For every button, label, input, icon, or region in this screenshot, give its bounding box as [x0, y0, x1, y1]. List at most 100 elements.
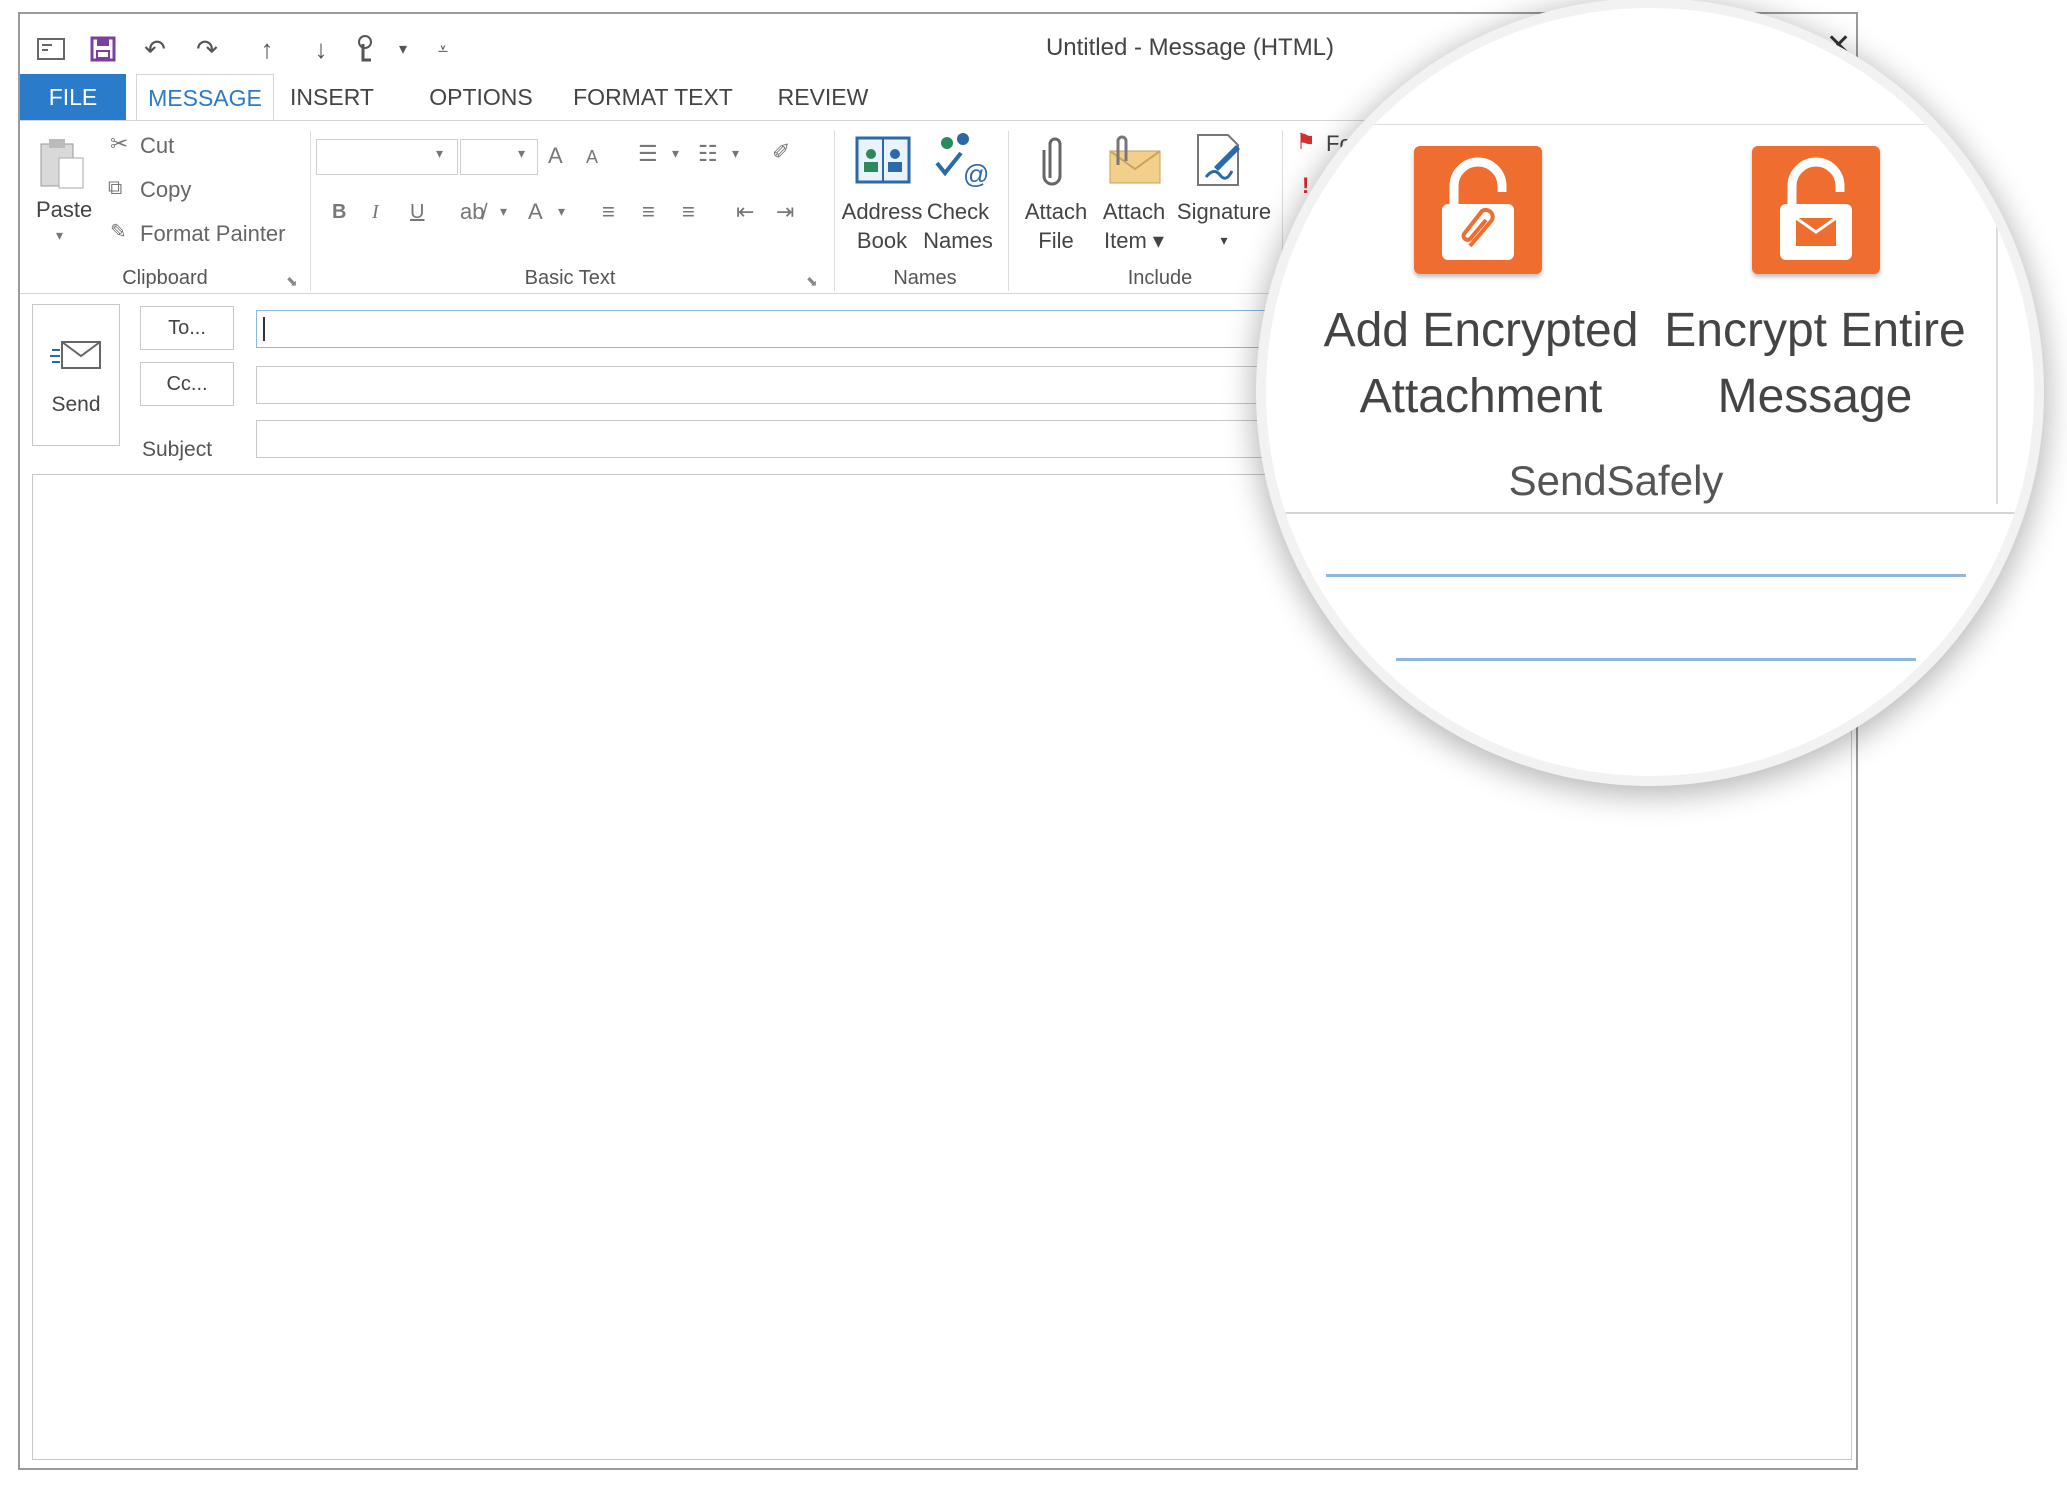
- tab-file[interactable]: FILE: [20, 74, 126, 120]
- customize-qat-icon[interactable]: ⩡: [426, 32, 460, 66]
- window-title: Untitled - Message (HTML): [1045, 34, 1335, 61]
- tab-options[interactable]: OPTIONS: [424, 74, 538, 120]
- italic-button[interactable]: I: [372, 201, 379, 224]
- names-group-label: Names: [893, 267, 957, 289]
- next-item-icon[interactable]: ↓: [304, 32, 338, 66]
- font-color-button[interactable]: A: [528, 199, 543, 225]
- font-name-dropdown-icon[interactable]: ▾: [436, 145, 443, 162]
- shrink-font-button[interactable]: A: [586, 147, 598, 168]
- clipboard-launcher-icon[interactable]: ⬊: [286, 273, 298, 290]
- ribbon-separator: [1282, 131, 1283, 291]
- paperclip-icon: [1032, 131, 1078, 191]
- subject-label: Subject: [142, 438, 213, 461]
- copy-icon: ⧉: [108, 177, 123, 199]
- undo-icon[interactable]: ↶: [138, 32, 172, 66]
- encrypt-entire-message-label-2: Message: [1717, 370, 1913, 423]
- format-painter-button[interactable]: Format Painter: [140, 221, 286, 247]
- check-names-label-2: Names: [923, 228, 993, 253]
- address-book-button[interactable]: Address Book: [840, 197, 924, 255]
- tab-insert[interactable]: INSERT: [282, 74, 382, 120]
- ribbon-separator: [310, 131, 311, 291]
- ribbon-separator: [834, 131, 835, 291]
- clear-formatting-icon[interactable]: ✐: [772, 139, 790, 165]
- check-names-button[interactable]: Check Names: [920, 197, 996, 255]
- address-book-label-1: Address: [841, 199, 923, 224]
- attach-file-label-2: File: [1038, 228, 1074, 253]
- redo-icon[interactable]: ↷: [190, 32, 224, 66]
- sendsafely-magnifier: Add Encrypted Attachment Encrypt Entire …: [1266, 8, 2034, 776]
- touch-mode-icon[interactable]: [350, 32, 384, 66]
- ribbon-separator: [1008, 131, 1009, 291]
- align-left-icon[interactable]: ≡: [602, 199, 615, 225]
- to-button[interactable]: To...: [140, 306, 234, 350]
- previous-item-icon[interactable]: ↑: [250, 32, 284, 66]
- sendsafely-group-label: SendSafely: [1508, 457, 1724, 504]
- tab-message[interactable]: MESSAGE: [136, 74, 274, 121]
- cut-button[interactable]: Cut: [140, 133, 174, 159]
- decrease-indent-icon[interactable]: ⇤: [736, 199, 754, 225]
- numbering-icon[interactable]: ☷: [698, 141, 718, 167]
- paste-dropdown-icon[interactable]: ▾: [56, 227, 63, 244]
- grow-font-button[interactable]: A: [548, 143, 563, 169]
- text-cursor: [263, 317, 265, 341]
- bullets-dropdown-icon[interactable]: ▾: [672, 145, 679, 162]
- signature-label-1: Signature: [1176, 199, 1272, 224]
- signature-dropdown-icon: ▾: [1220, 232, 1228, 248]
- ribbon-edge: [1266, 124, 2034, 125]
- check-names-icon: @: [926, 129, 992, 191]
- check-names-label-1: Check: [926, 199, 990, 224]
- attach-item-icon: [1102, 131, 1166, 191]
- address-book-label-2: Book: [856, 228, 908, 253]
- highlight-dropdown-icon[interactable]: ▾: [500, 203, 507, 220]
- font-size-combo[interactable]: [460, 139, 538, 175]
- highlight-icon[interactable]: ab̸: [460, 199, 484, 225]
- signature-button[interactable]: Signature ▾: [1176, 197, 1272, 255]
- outlook-app-icon[interactable]: [34, 32, 68, 66]
- ribbon-bottom-border: [1266, 512, 2034, 514]
- send-label: Send: [51, 393, 101, 416]
- add-encrypted-attachment-button[interactable]: Add Encrypted Attachment: [1316, 298, 1646, 430]
- bullets-icon[interactable]: ☰: [638, 141, 658, 167]
- attach-file-button[interactable]: Attach File: [1020, 197, 1092, 255]
- encrypt-entire-message-icon[interactable]: [1752, 146, 1880, 274]
- encrypt-entire-message-label-1: Encrypt Entire: [1664, 304, 1966, 357]
- to-field[interactable]: [256, 310, 1416, 348]
- font-color-dropdown-icon[interactable]: ▾: [558, 203, 565, 220]
- high-importance-icon: !: [1302, 173, 1310, 198]
- to-field-border-magnified: [1326, 574, 1966, 577]
- align-center-icon[interactable]: ≡: [642, 199, 655, 225]
- add-encrypted-attachment-icon[interactable]: [1414, 146, 1542, 274]
- send-button[interactable]: Send: [32, 304, 120, 446]
- attach-item-button[interactable]: Attach Item ▾: [1096, 197, 1172, 255]
- address-book-icon: [850, 131, 916, 189]
- tab-format-text[interactable]: FORMAT TEXT: [568, 74, 738, 120]
- encrypt-entire-message-button[interactable]: Encrypt Entire Message: [1650, 298, 1980, 430]
- basic-text-launcher-icon[interactable]: ⬊: [806, 273, 818, 290]
- svg-text:@: @: [963, 159, 989, 189]
- numbering-dropdown-icon[interactable]: ▾: [732, 145, 739, 162]
- signature-icon: [1188, 129, 1248, 191]
- group-separator: [1996, 124, 1998, 504]
- cc-field[interactable]: [256, 366, 1416, 404]
- attach-item-label-1: Attach: [1102, 199, 1166, 224]
- follow-up-flag-icon: ⚑: [1296, 129, 1316, 154]
- increase-indent-icon[interactable]: ⇥: [776, 199, 794, 225]
- cc-button[interactable]: Cc...: [140, 362, 234, 406]
- add-encrypted-attachment-label-2: Attachment: [1359, 370, 1603, 423]
- basic-text-group-label: Basic Text: [524, 267, 616, 289]
- subject-field[interactable]: [256, 420, 1416, 458]
- touch-mode-dropdown-icon[interactable]: ▾: [386, 32, 420, 66]
- attach-item-label-2: Item ▾: [1104, 228, 1164, 253]
- tab-review[interactable]: REVIEW: [768, 74, 878, 120]
- attach-file-label-1: Attach: [1024, 199, 1088, 224]
- save-icon[interactable]: [86, 32, 120, 66]
- bold-button[interactable]: B: [332, 201, 346, 224]
- send-icon: [49, 335, 105, 375]
- paste-button[interactable]: Paste: [36, 197, 92, 223]
- font-size-dropdown-icon[interactable]: ▾: [518, 145, 525, 162]
- paste-icon[interactable]: [36, 135, 88, 193]
- align-right-icon[interactable]: ≡: [682, 199, 695, 225]
- format-painter-icon: ✎: [110, 221, 127, 243]
- copy-button[interactable]: Copy: [140, 177, 191, 203]
- underline-button[interactable]: U: [410, 201, 424, 224]
